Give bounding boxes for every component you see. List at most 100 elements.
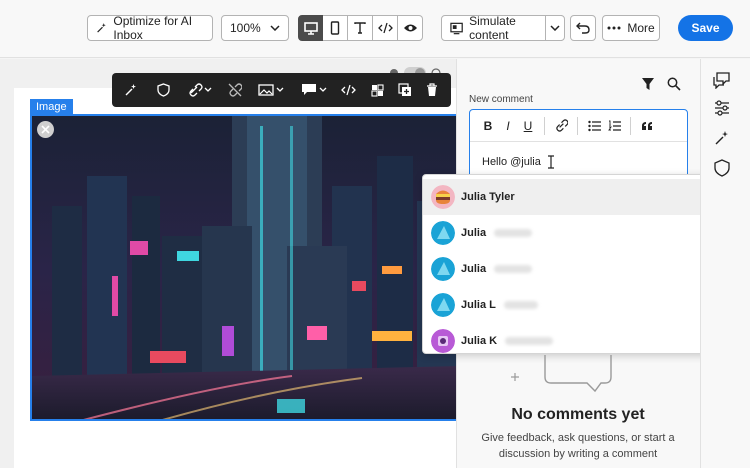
toolbar-divider	[577, 116, 578, 135]
mention-name: Julia	[461, 263, 487, 275]
empty-comments-illustration	[511, 355, 612, 393]
mobile-view-button[interactable]	[323, 15, 348, 41]
bullet-list-icon	[587, 120, 601, 131]
bold-button[interactable]: B	[478, 116, 498, 136]
italic-button[interactable]: I	[498, 116, 518, 136]
preview-button[interactable]	[398, 15, 423, 41]
simulate-icon	[450, 22, 463, 34]
image-block-tag: Image	[30, 99, 73, 115]
delete-button[interactable]	[421, 79, 443, 101]
unlink-button[interactable]	[224, 79, 246, 101]
insert-link-button[interactable]	[551, 116, 571, 136]
mention-name: Julia K	[461, 335, 498, 347]
duplicate-button[interactable]	[394, 79, 416, 101]
shield-icon	[157, 83, 170, 97]
text-icon	[354, 22, 366, 34]
undo-button[interactable]	[570, 15, 596, 41]
optimize-for-ai-inbox-button[interactable]: Optimize for AI Inbox	[87, 14, 213, 42]
unlink-icon	[228, 83, 242, 97]
bullet-list-button[interactable]	[584, 116, 604, 136]
mention-name: Julia L	[461, 299, 496, 311]
mention-item[interactable]: Julia L	[423, 287, 741, 323]
mention-item[interactable]: Julia	[423, 251, 741, 287]
save-button[interactable]: Save	[678, 15, 733, 41]
avatar	[431, 329, 455, 353]
more-label: More	[627, 21, 655, 35]
mention-item[interactable]: Julia K	[423, 323, 741, 353]
avatar	[431, 221, 455, 245]
avatar	[431, 293, 455, 317]
search-icon[interactable]	[667, 77, 681, 91]
comments-icon[interactable]	[713, 71, 731, 89]
simulate-label: Simulate content	[469, 14, 516, 42]
trash-icon	[427, 83, 437, 96]
eye-icon	[403, 24, 417, 32]
desktop-icon	[303, 21, 318, 35]
right-rail	[700, 59, 750, 468]
filter-icon[interactable]	[641, 77, 655, 91]
underline-button[interactable]: U	[518, 116, 538, 136]
mention-name: Julia Tyler	[461, 191, 515, 203]
comment-icon	[302, 84, 327, 95]
redacted-surname	[505, 337, 554, 345]
mobile-icon	[330, 21, 340, 35]
ai-assist-button[interactable]	[120, 79, 142, 101]
simulate-content-button[interactable]: Simulate content	[441, 14, 562, 42]
redacted-surname	[494, 265, 533, 273]
comment-input-text: Hello @julia	[482, 156, 541, 168]
mention-name: Julia	[461, 227, 487, 239]
numbered-list-icon	[607, 120, 621, 131]
accessibility-icon[interactable]	[713, 159, 731, 177]
quote-button[interactable]	[637, 116, 657, 136]
image-icon	[258, 84, 284, 96]
code-icon	[377, 22, 393, 34]
toolbar-divider	[544, 116, 545, 135]
night-city-image	[32, 116, 456, 419]
settings-sliders-icon[interactable]	[713, 99, 731, 117]
top-toolbar: Optimize for AI Inbox 100% Simulate cont…	[0, 0, 750, 58]
mention-item[interactable]: Julia	[423, 215, 741, 251]
sparkle-icon	[125, 84, 136, 96]
text-cursor-icon	[548, 155, 554, 169]
remove-image-button[interactable]	[37, 121, 54, 138]
image-action-toolbar	[112, 73, 451, 107]
empty-state-description: Give feedback, ask questions, or start a…	[481, 432, 675, 460]
code-view-button[interactable]	[373, 15, 398, 41]
text-view-button[interactable]	[348, 15, 373, 41]
link-icon	[189, 83, 212, 97]
avatar	[431, 185, 455, 209]
chevron-down-icon	[550, 25, 560, 31]
avatar	[431, 257, 455, 281]
link-icon	[555, 119, 568, 132]
more-icon	[607, 26, 621, 30]
sparkle-icon[interactable]	[713, 129, 731, 147]
view-mode-group	[298, 15, 423, 41]
mention-suggestions: Julia Tyler Julia Julia Julia L Julia K	[422, 174, 742, 354]
more-button[interactable]: More	[602, 15, 660, 41]
structure-button[interactable]	[366, 79, 388, 101]
simulate-dropdown-button[interactable]	[545, 15, 565, 41]
redacted-surname	[494, 229, 533, 237]
link-menu-button[interactable]	[186, 79, 215, 101]
html-button[interactable]	[337, 79, 359, 101]
city-image-block[interactable]	[30, 114, 458, 421]
empty-state-title: No comments yet	[511, 406, 645, 423]
zoom-select[interactable]: 100%	[221, 15, 289, 41]
redacted-surname	[503, 301, 538, 309]
close-icon	[41, 125, 50, 134]
grid-icon	[371, 83, 384, 97]
image-menu-button[interactable]	[257, 79, 286, 101]
chevron-down-icon	[270, 25, 280, 31]
accessibility-button[interactable]	[153, 79, 175, 101]
optimize-label: Optimize for AI Inbox	[113, 14, 193, 42]
new-comment-label: New comment	[469, 94, 533, 105]
duplicate-icon	[398, 83, 411, 96]
zoom-value: 100%	[230, 21, 261, 35]
comment-format-toolbar: B I U	[470, 110, 687, 142]
desktop-view-button[interactable]	[298, 15, 323, 41]
mention-item[interactable]: Julia Tyler	[423, 179, 741, 215]
comment-menu-button[interactable]	[301, 79, 328, 101]
code-icon	[340, 84, 356, 96]
numbered-list-button[interactable]	[604, 116, 624, 136]
undo-icon	[576, 22, 590, 34]
